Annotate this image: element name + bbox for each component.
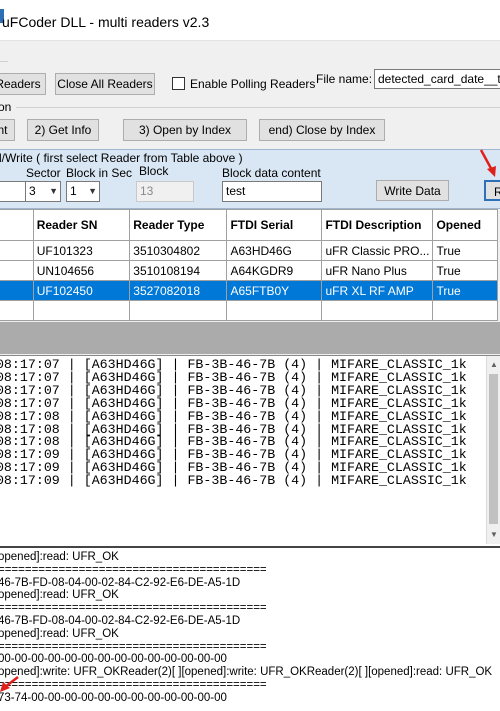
row-header-cell[interactable] [0,280,34,301]
cut-off-input[interactable] [0,181,26,202]
empty-cell[interactable] [432,300,498,321]
file-name-label: File name: [316,72,373,86]
ftdi-serial-cell[interactable]: A64KGDR9 [226,260,323,281]
open-readers-button[interactable]: Readers [0,73,46,95]
table-empty-area [0,322,500,354]
annotation-arrow-icon [479,149,496,177]
function-button-1[interactable]: nt [0,119,15,141]
scrollbar-thumb[interactable] [489,374,498,524]
empty-cell[interactable] [321,300,434,321]
detection-log-scrollbar[interactable]: ▲ ▼ [486,356,500,544]
row-header-cell [0,209,34,241]
ftdi-description-cell[interactable]: uFR XL RF AMP [321,280,434,301]
log-line: 00-00-00-00-00-00-00-00-00-00-00-00-00-0… [0,653,227,666]
group-border-top [0,61,8,62]
row-header-cell[interactable] [0,260,34,281]
sector-value: 3 [29,184,36,198]
title-bar: uFCoder DLL - multi readers v2.3 [0,0,500,41]
table-row-selected[interactable]: UF102450 3527082018 A65FTB0Y uFR XL RF A… [0,280,498,301]
log-line: opened]:read: UFR_OK [0,551,119,563]
table-row[interactable]: UN104656 3510108194 A64KGDR9 uFR Nano Pl… [0,260,498,281]
block-in-sec-label: Block in Sec [66,166,133,180]
ftdi-description-cell[interactable]: uFR Nano Plus [321,260,434,281]
read-write-panel: l/Write ( first select Reader from Table… [0,149,500,209]
row-header-cell[interactable] [0,300,34,321]
opened-cell[interactable]: True [432,240,498,261]
ftdi-serial-cell[interactable]: A65FTB0Y [226,280,323,301]
log-line: 46-7B-FD-08-04-00-02-84-C2-92-E6-DE-A5-1… [0,576,241,589]
column-header-ftdi-description[interactable]: FTDI Description [321,209,434,241]
reader-table: Reader SN Reader Type FTDI Serial FTDI D… [0,209,498,321]
empty-cell[interactable] [32,300,131,321]
reader-sn-cell[interactable]: UF101323 [32,240,131,261]
reader-type-cell[interactable]: 3510304802 [129,240,228,261]
block-number-field: 13 [136,181,194,202]
block-data-input[interactable]: test [222,181,322,202]
operation-log-lines: opened]:read: UFR_OK ====================… [0,548,500,705]
chevron-down-icon: ▼ [88,186,97,196]
function-group-caption: on [0,100,12,114]
log-line: opened]:read: UFR_OK [0,589,119,602]
log-line: opened]:read: UFR_OK [0,627,119,640]
reader-type-cell[interactable]: 3510108194 [129,260,228,281]
block-in-sec-select[interactable]: 1 ▼ [66,181,100,202]
get-info-button[interactable]: 2) Get Info [27,119,99,141]
reader-sn-cell[interactable]: UN104656 [32,260,131,281]
reader-type-cell[interactable]: 3527082018 [129,280,228,301]
chevron-down-icon: ▼ [49,186,58,196]
enable-polling-label: Enable Polling Readers [190,77,316,91]
column-header-opened[interactable]: Opened [432,209,498,241]
log-line: 20 08:17:09 | [A63HD46G] | FB-3B-46-7B (… [0,473,467,489]
close-all-readers-button[interactable]: Close All Readers [55,73,155,95]
detection-log-lines: 20 08:17:07 | [A63HD46G] | FB-3B-46-7B (… [0,356,500,488]
open-by-index-button[interactable]: 3) Open by Index [123,119,247,141]
close-by-index-button[interactable]: end) Close by Index [259,119,385,141]
table-row-empty[interactable] [0,300,498,321]
table-header-row: Reader SN Reader Type FTDI Serial FTDI D… [0,209,498,241]
table-row[interactable]: UF101323 3510304802 A63HD46G uFR Classic… [0,240,498,261]
log-line: ======================================== [0,678,267,691]
write-data-button[interactable]: Write Data [376,180,449,201]
enable-polling-checkbox[interactable] [172,77,185,90]
file-name-input[interactable]: detected_card_date__test [374,69,500,89]
log-line: ======================================== [0,602,267,615]
block-label: Block [139,164,169,178]
sector-label: Sector [26,166,61,180]
opened-cell[interactable]: True [432,260,498,281]
ftdi-description-cell[interactable]: uFR Classic PRO... [321,240,434,261]
operation-log[interactable]: opened]:read: UFR_OK ====================… [0,548,500,711]
scroll-up-icon[interactable]: ▲ [490,360,498,369]
column-header-ftdi-serial[interactable]: FTDI Serial [226,209,323,241]
group-border-function [16,107,500,108]
log-line: ======================================== [0,563,267,576]
read-write-caption: l/Write ( first select Reader from Table… [0,151,243,165]
opened-cell[interactable]: True [432,280,498,301]
column-header-reader-sn[interactable]: Reader SN [32,209,131,241]
empty-cell[interactable] [226,300,323,321]
detection-log[interactable]: 20 08:17:07 | [A63HD46G] | FB-3B-46-7B (… [0,355,500,548]
window-title: uFCoder DLL - multi readers v2.3 [2,14,210,30]
scroll-down-icon[interactable]: ▼ [490,530,498,539]
column-header-reader-type[interactable]: Reader Type [129,209,228,241]
ftdi-serial-cell[interactable]: A63HD46G [226,240,323,261]
block-in-sec-value: 1 [70,184,77,198]
row-header-cell[interactable] [0,240,34,261]
block-data-content-label: Block data content [222,166,321,180]
log-line: 46-7B-FD-08-04-00-02-84-C2-92-E6-DE-A5-1… [0,614,241,627]
log-line: ======================================== [0,640,267,653]
annotation-arrow-icon [0,676,19,692]
log-line: opened]:write: UFR_OKReader(2)[ ][opened… [0,666,493,679]
log-line: 73-74-00-00-00-00-00-00-00-00-00-00-00-0… [0,691,227,704]
empty-cell[interactable] [129,300,228,321]
read-data-button[interactable]: R [484,180,500,201]
reader-sn-cell[interactable]: UF102450 [32,280,131,301]
sector-select[interactable]: 3 ▼ [25,181,61,202]
